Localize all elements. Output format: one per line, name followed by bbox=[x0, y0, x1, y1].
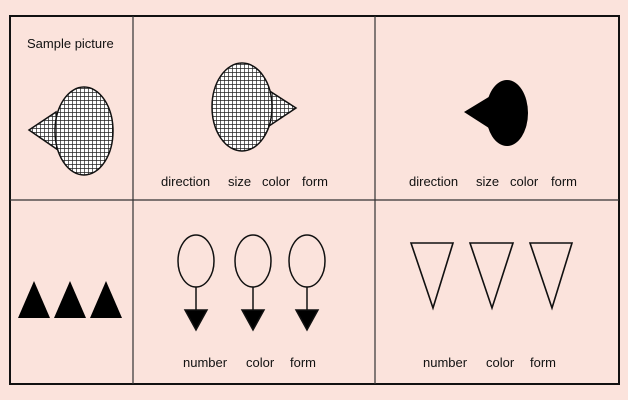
label-color: color bbox=[246, 355, 275, 370]
label-form: form bbox=[551, 174, 577, 189]
label-color: color bbox=[262, 174, 291, 189]
visual-variables-diagram: Sample picture direction size color form… bbox=[9, 15, 620, 385]
filled-triangles bbox=[18, 281, 122, 318]
label-number: number bbox=[183, 355, 228, 370]
label-direction: direction bbox=[161, 174, 210, 189]
label-color: color bbox=[510, 174, 539, 189]
sample-shape bbox=[27, 86, 114, 176]
direction-variant-shape bbox=[211, 62, 298, 152]
label-color: color bbox=[486, 355, 515, 370]
label-form: form bbox=[530, 355, 556, 370]
label-number: number bbox=[423, 355, 468, 370]
label-form: form bbox=[302, 174, 328, 189]
label-form: form bbox=[290, 355, 316, 370]
size-color-variant-shape bbox=[464, 80, 528, 146]
sample-picture-label: Sample picture bbox=[27, 36, 114, 51]
label-size: size bbox=[228, 174, 251, 189]
circle-arrow-symbols bbox=[177, 234, 326, 332]
label-direction: direction bbox=[409, 174, 458, 189]
label-size: size bbox=[476, 174, 499, 189]
outline-triangles bbox=[409, 242, 574, 311]
